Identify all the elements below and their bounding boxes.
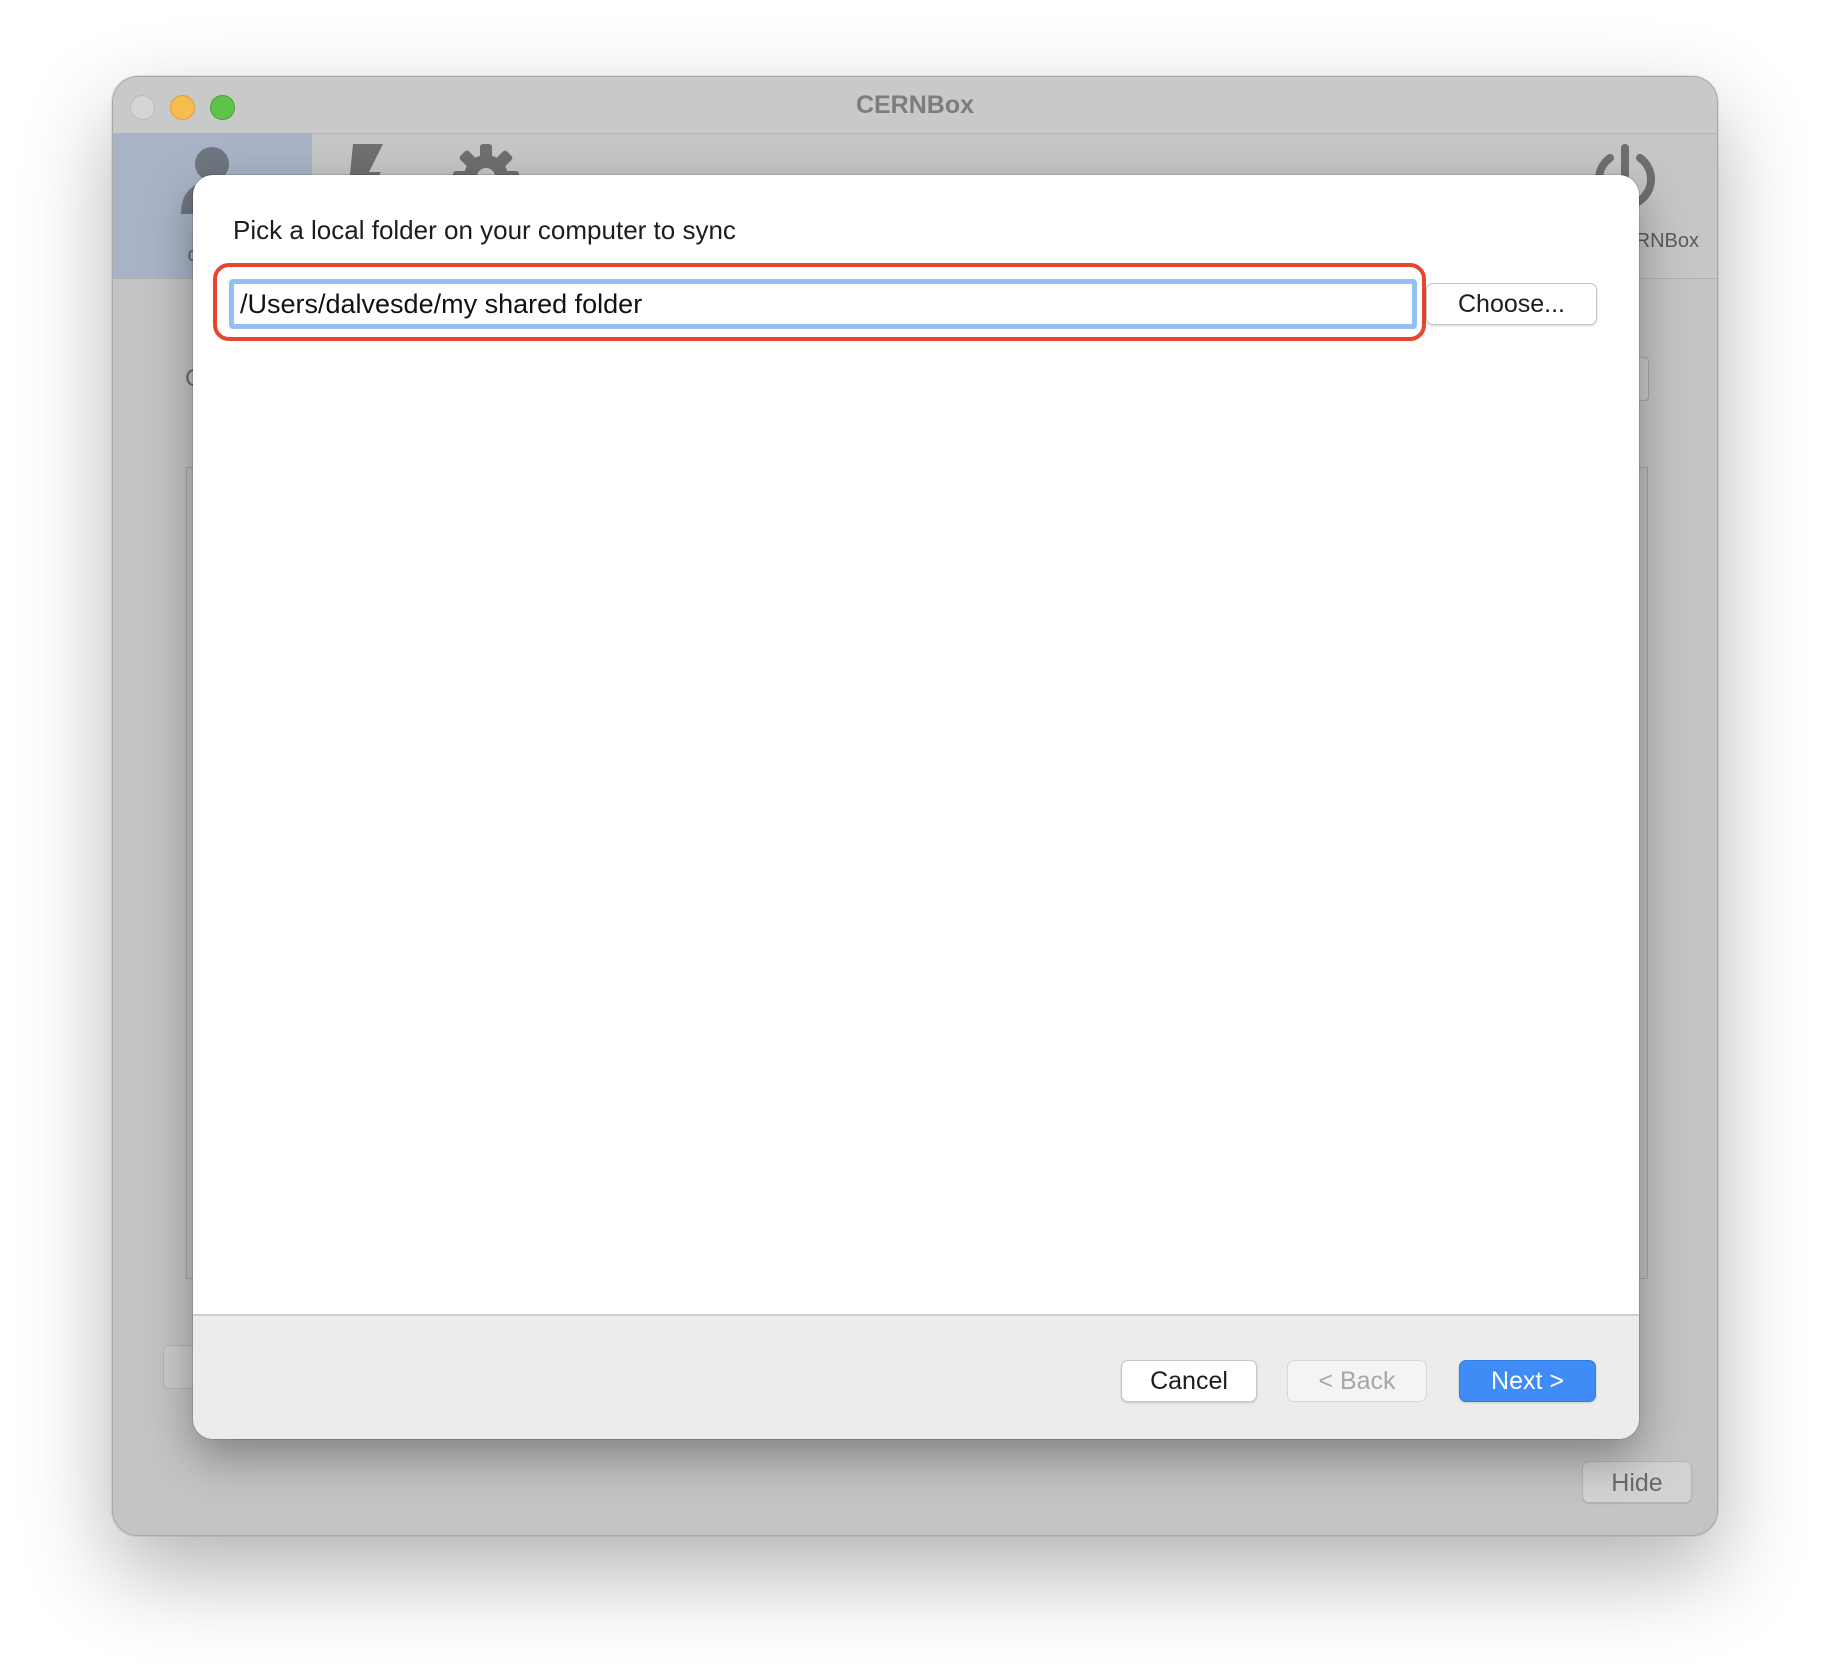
dialog-heading: Pick a local folder on your computer to … bbox=[233, 215, 736, 245]
back-button[interactable]: < Back bbox=[1287, 1360, 1427, 1402]
folder-path-input[interactable] bbox=[229, 279, 1417, 329]
window-title: CERNBox bbox=[855, 91, 975, 119]
quit-label: RNBox bbox=[1635, 230, 1699, 252]
hide-button[interactable]: Hide bbox=[1582, 1461, 1692, 1503]
add-folder-dialog: Pick a local folder on your computer to … bbox=[193, 175, 1639, 1439]
title-bar: CERNBox bbox=[113, 77, 1717, 133]
cancel-button[interactable]: Cancel bbox=[1121, 1360, 1257, 1402]
dialog-footer: Cancel < Back Next > bbox=[193, 1314, 1639, 1439]
choose-folder-button[interactable]: Choose... bbox=[1426, 283, 1597, 325]
next-button[interactable]: Next > bbox=[1459, 1360, 1596, 1402]
